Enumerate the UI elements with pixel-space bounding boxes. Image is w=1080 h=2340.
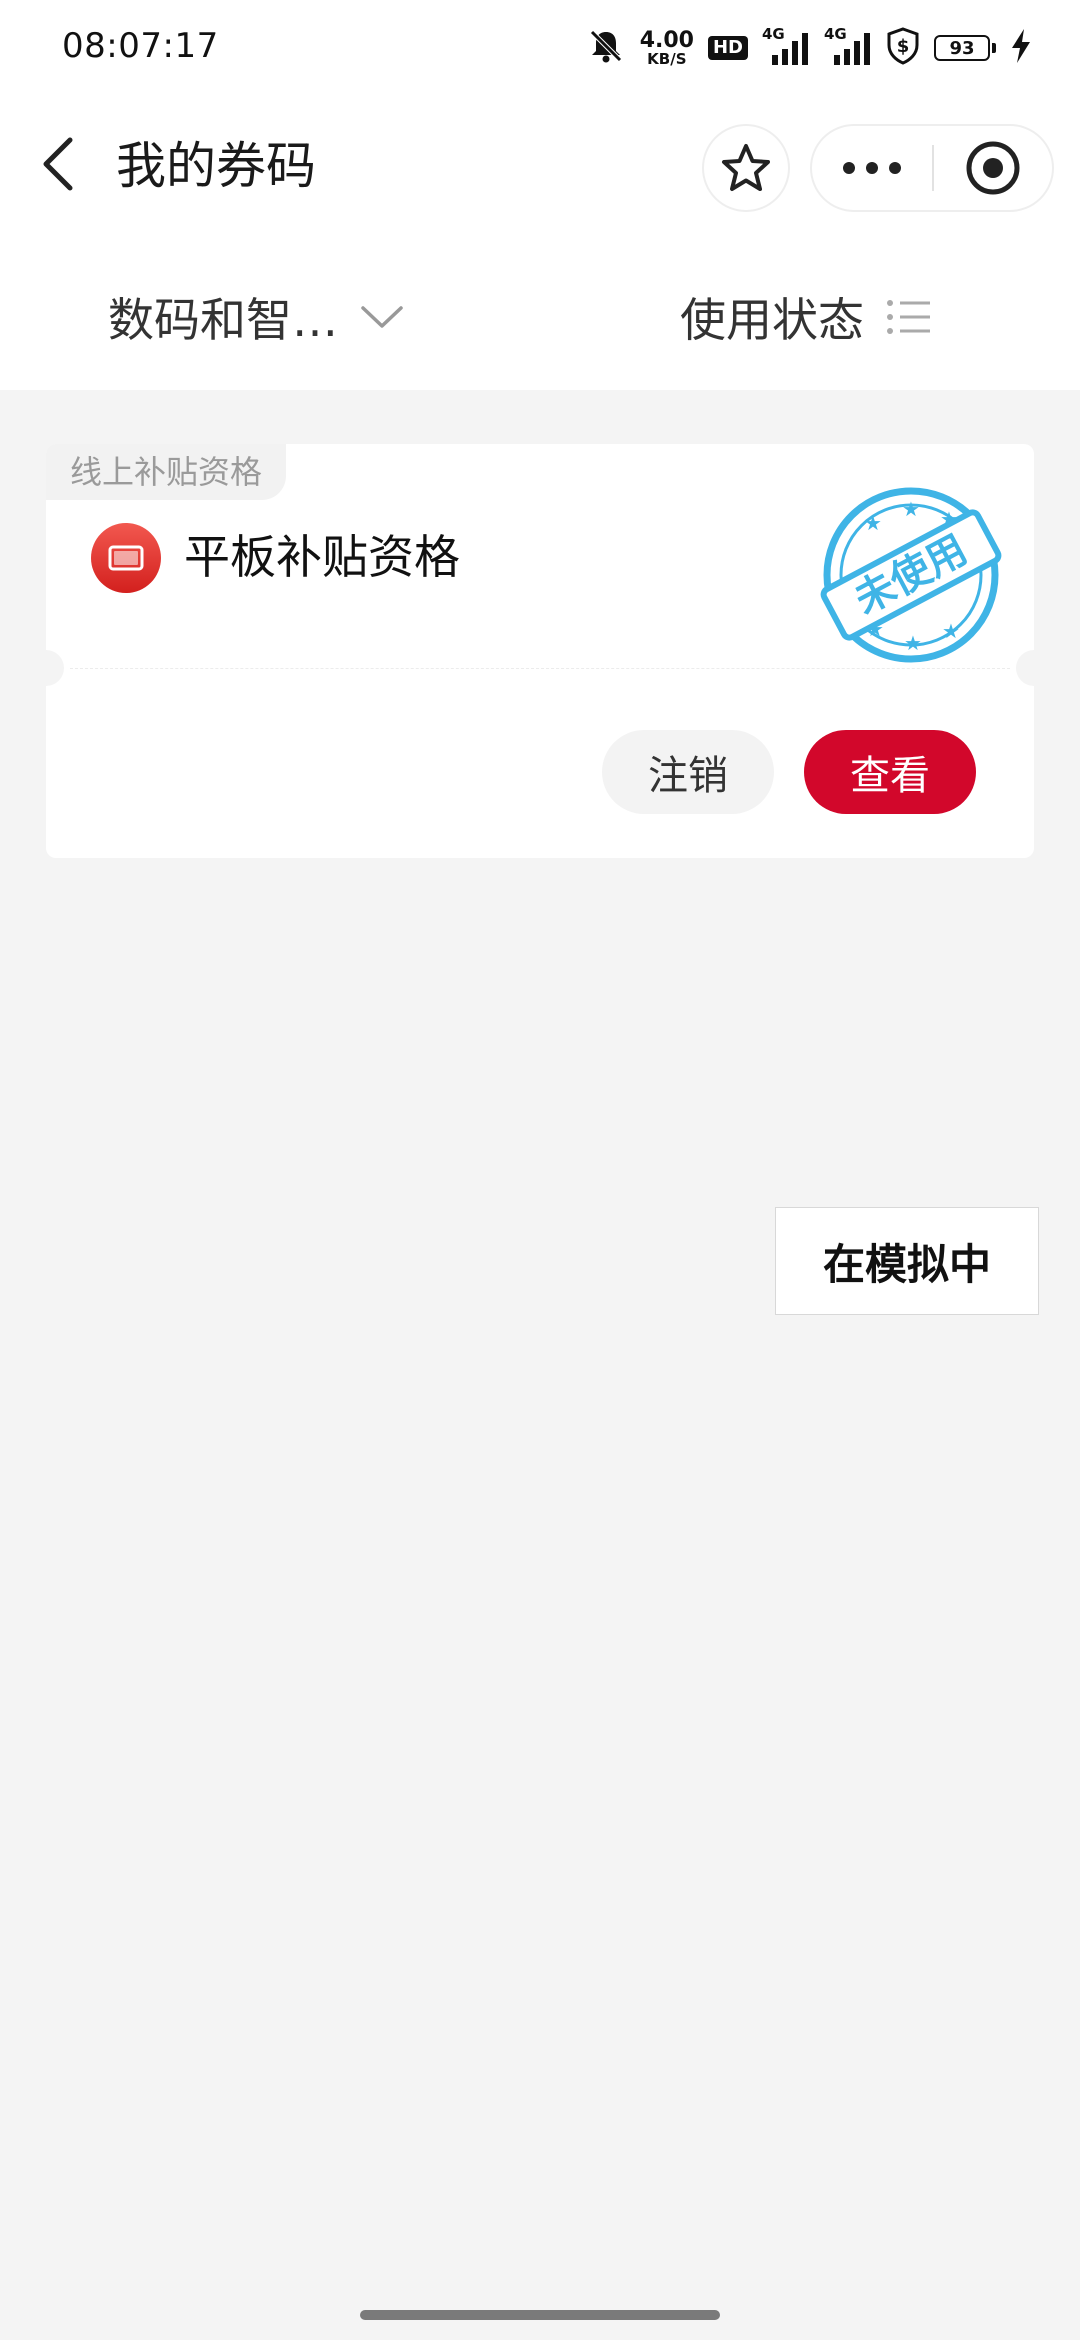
more-button[interactable] (812, 126, 932, 210)
signal-icon: 4G (762, 25, 810, 67)
unused-stamp: ★ ★ ★ ★ ★ ★ 未使用 (806, 470, 1016, 680)
coupon-card[interactable]: 线上补贴资格 平板补贴资格 ★ ★ ★ ★ ★ ★ 未使用 注销 查看 (46, 444, 1034, 858)
filter-bar: 数码和智… 使用状态 (0, 236, 1080, 390)
list-icon (887, 300, 930, 334)
shield-dollar-icon: $ (886, 27, 920, 69)
category-filter-label: 数码和智… (108, 293, 338, 347)
card-divider (70, 668, 1010, 669)
signal-icon: 4G (824, 25, 872, 67)
status-icons: 4.00 KB/S HD 4G 4G $ 93 (586, 24, 1032, 72)
back-arrow-icon (43, 137, 73, 191)
battery-icon: 93 (934, 35, 996, 61)
bell-muted-icon (586, 26, 626, 70)
page-header: 我的券码 (0, 96, 1080, 236)
more-dots-icon (843, 162, 901, 174)
simulating-indicator[interactable]: 在模拟中 (775, 1207, 1039, 1315)
status-time: 08:07:17 (62, 26, 219, 66)
category-filter[interactable]: 数码和智… (108, 284, 404, 350)
net-speed: 4.00 KB/S (639, 27, 694, 68)
star-icon (722, 144, 770, 191)
view-button[interactable]: 查看 (804, 730, 976, 814)
home-indicator[interactable] (360, 2310, 720, 2320)
page-title: 我的券码 (116, 137, 316, 195)
status-filter-label: 使用状态 (680, 293, 864, 347)
hd-icon: HD (707, 36, 748, 60)
status-bar: 08:07:17 4.00 KB/S HD 4G 4G $ 93 (0, 0, 1080, 96)
miniapp-capsule (810, 124, 1054, 212)
tablet-icon (90, 522, 162, 594)
close-miniapp-button[interactable] (934, 126, 1052, 210)
cancel-button[interactable]: 注销 (602, 730, 774, 814)
card-notch-left (46, 650, 64, 686)
target-close-icon (966, 141, 1020, 195)
chevron-down-icon (361, 306, 403, 328)
back-button[interactable] (30, 132, 86, 196)
charging-bolt-icon (1010, 28, 1032, 68)
coupon-title: 平板补贴资格 (184, 530, 460, 584)
status-filter[interactable]: 使用状态 (680, 284, 932, 350)
card-notch-right (1016, 650, 1034, 686)
coupon-tag: 线上补贴资格 (46, 444, 287, 500)
favorite-button[interactable] (702, 124, 790, 212)
svg-text:$: $ (897, 36, 910, 57)
